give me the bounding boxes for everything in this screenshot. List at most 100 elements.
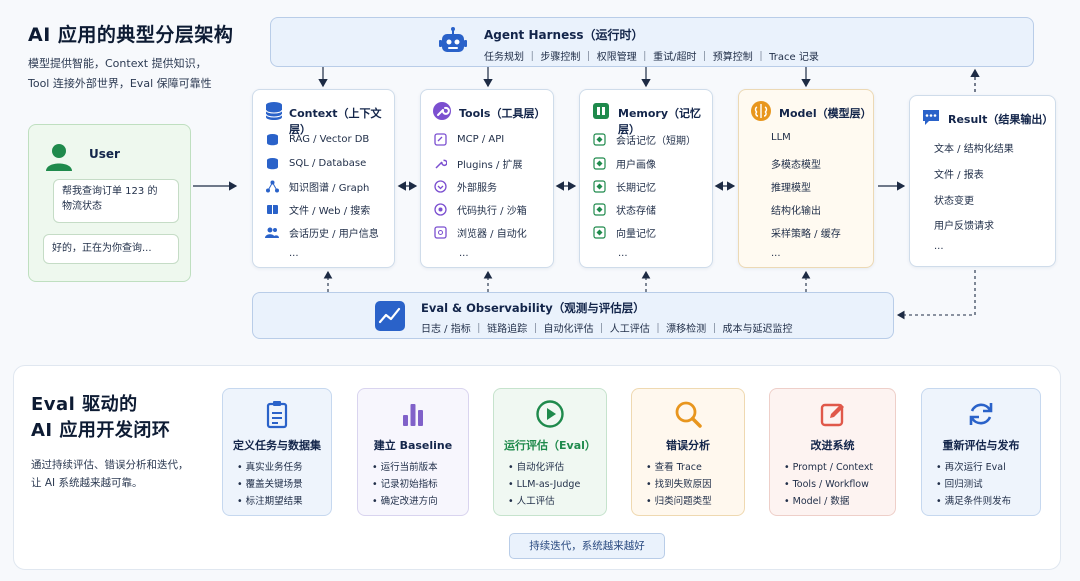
model-item: LLM (771, 132, 791, 143)
eval-bar-title: Eval & Observability（观测与评估层） (421, 301, 645, 315)
memory-item: 会话记忆（短期） (592, 132, 696, 147)
step-title: 建立 Baseline (373, 439, 453, 452)
database-icon (265, 102, 283, 120)
tools-title: Tools（工具层） (459, 107, 546, 120)
model-item: 多模态模型 (771, 160, 821, 171)
loop-feedback-label: 持续迭代，系统越来越好 (509, 533, 665, 559)
api-icon (433, 132, 447, 146)
tools-item: 外部服务 (433, 179, 497, 194)
line-chart-icon (375, 301, 405, 331)
result-item: 状态变更 (934, 196, 974, 207)
tools-item: 代码执行 / 沙箱 (433, 202, 527, 217)
database-small-icon (265, 132, 279, 146)
step-title: 错误分析 (666, 439, 710, 452)
context-item: 会话历史 / 用户信息 (265, 225, 379, 240)
memory-chip-icon (593, 103, 609, 119)
browser-icon (433, 226, 447, 240)
database-small-icon (265, 156, 279, 170)
step-title: 重新评估与发布 (942, 439, 1020, 452)
tools-item: MCP / API (433, 132, 504, 146)
step-title: 改进系统 (810, 439, 855, 452)
wrench-icon (433, 102, 451, 120)
clipboard-icon (266, 401, 288, 429)
memory-item: 向量记忆 (592, 225, 656, 240)
step-improve-system: 改进系统 • Prompt / Context • Tools / Workfl… (769, 388, 896, 516)
context-card: Context（上下文层） RAG / Vector DB SQL / Data… (252, 89, 395, 268)
context-item-more: ... (289, 248, 299, 259)
architecture-title: AI 应用的典型分层架构 (28, 24, 234, 46)
plugin-icon (433, 157, 447, 171)
model-item-more: ... (771, 248, 781, 259)
step-define-dataset: 定义任务与数据集 • 真实业务任务 • 覆盖关键场景 • 标注期望结果 (222, 388, 332, 516)
user-query-line-2: 物流状态 (62, 201, 102, 212)
magnifier-icon (675, 401, 702, 428)
arrow-result-eval (896, 270, 976, 320)
step-list: • 运行当前版本 • 记录初始指标 • 确定改进方向 (372, 462, 438, 507)
service-icon (433, 180, 447, 194)
step-error-analysis: 错误分析 • 查看 Trace • 找到失败原因 • 归类问题类型 (631, 388, 745, 516)
result-item: 文件 / 报表 (934, 170, 984, 181)
refresh-icon (969, 403, 993, 425)
step-run-eval: 运行评估（Eval） • 自动化评估 • LLM-as-Judge • 人工评估 (493, 388, 607, 516)
context-item: RAG / Vector DB (265, 132, 369, 146)
context-item: 知识图谱 / Graph (265, 179, 369, 194)
result-item: 文本 / 结构化结果 (934, 144, 1014, 155)
diamond-icon (592, 180, 606, 194)
eval-observability-bar: Eval & Observability（观测与评估层） 日志 / 指标 ｜ 链… (252, 292, 894, 339)
chat-bubble-icon (923, 110, 939, 125)
harness-title: Agent Harness（运行时） (484, 28, 644, 42)
code-icon (433, 203, 447, 217)
step-list: • 自动化评估 • LLM-as-Judge • 人工评估 (508, 462, 581, 507)
model-title: Model（模型层） (779, 107, 872, 120)
user-query-line-1: 帮我查询订单 123 的 (62, 186, 158, 197)
users-icon (265, 226, 279, 240)
graph-icon (265, 180, 279, 194)
tools-item: 浏览器 / 自动化 (433, 225, 527, 240)
memory-item: 用户画像 (592, 156, 656, 171)
memory-item: 状态存储 (592, 202, 656, 217)
book-icon (265, 203, 279, 217)
result-card: Result（结果输出） 文本 / 结构化结果 文件 / 报表 状态变更 用户反… (909, 95, 1056, 267)
step-list: • 真实业务任务 • 覆盖关键场景 • 标注期望结果 (237, 462, 303, 507)
memory-item-more: ... (618, 248, 628, 259)
model-item: 采样策略 / 缓存 (771, 229, 841, 240)
step-baseline: 建立 Baseline • 运行当前版本 • 记录初始指标 • 确定改进方向 (357, 388, 469, 516)
user-icon (46, 144, 72, 171)
architecture-subtitle-1: 模型提供智能，Context 提供知识， (28, 57, 207, 70)
diamond-icon (592, 226, 606, 240)
eval-bar-items: 日志 / 指标 ｜ 链路追踪 ｜ 自动化评估 ｜ 人工评估 ｜ 漂移检测 ｜ 成… (421, 324, 793, 335)
memory-item: 长期记忆 (592, 179, 656, 194)
result-item: 用户反馈请求 (934, 221, 994, 232)
architecture-subtitle-2: Tool 连接外部世界，Eval 保障可靠性 (28, 77, 212, 90)
loop-title-2: AI 应用开发闭环 (31, 420, 171, 441)
context-item: SQL / Database (265, 156, 366, 170)
memory-card: Memory（记忆层） 会话记忆（短期） 用户画像 长期记忆 状态存储 向量记忆… (579, 89, 713, 268)
step-title: 定义任务与数据集 (233, 439, 321, 452)
user-query-bubble: 帮我查询订单 123 的 物流状态 (53, 179, 179, 223)
result-item-more: ... (934, 241, 944, 252)
agent-harness-box: Agent Harness（运行时） 任务规划 ｜ 步骤控制 ｜ 权限管理 ｜ … (270, 17, 1034, 67)
tools-card: Tools（工具层） MCP / API Plugins / 扩展 外部服务 代… (420, 89, 554, 268)
model-item: 推理模型 (771, 183, 811, 194)
edit-icon (820, 403, 844, 427)
bar-chart-icon (403, 404, 423, 426)
loop-title-1: Eval 驱动的 (31, 394, 138, 415)
step-reeval-release: 重新评估与发布 • 再次运行 Eval • 回归测试 • 满足条件则发布 (921, 388, 1041, 516)
step-list: • 再次运行 Eval • 回归测试 • 满足条件则发布 (936, 462, 1012, 507)
step-title: 运行评估（Eval） (504, 439, 596, 452)
loop-desc-2: 让 AI 系统越来越可靠。 (31, 477, 143, 489)
user-label: User (89, 147, 120, 161)
harness-items: 任务规划 ｜ 步骤控制 ｜ 权限管理 ｜ 重试/超时 ｜ 预算控制 ｜ Trac… (484, 52, 819, 63)
assistant-reply-bubble: 好的，正在为你查询... (43, 234, 179, 264)
diamond-icon (592, 133, 606, 147)
brain-icon (751, 101, 771, 121)
diamond-icon (592, 157, 606, 171)
result-title: Result（结果输出） (948, 113, 1054, 126)
model-item: 结构化输出 (771, 206, 821, 217)
play-icon (536, 400, 564, 428)
context-item: 文件 / Web / 搜索 (265, 202, 370, 217)
tools-item: Plugins / 扩展 (433, 156, 523, 171)
robot-icon (439, 27, 467, 52)
step-list: • Prompt / Context • Tools / Workflow • … (784, 462, 874, 507)
model-card: Model（模型层） LLM 多模态模型 推理模型 结构化输出 采样策略 / 缓… (738, 89, 874, 268)
